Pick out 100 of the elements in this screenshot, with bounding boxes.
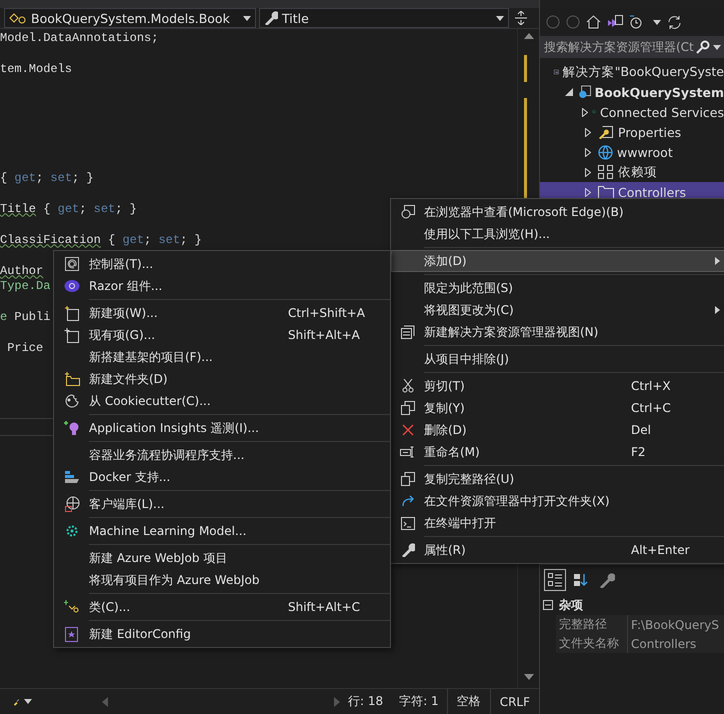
tree-item[interactable]: Properties (540, 122, 724, 142)
scroll-left-icon (102, 696, 108, 706)
collapsed-arrow-icon (585, 188, 591, 196)
search-field[interactable]: 搜索解决方案资源管理器(Ct (540, 36, 724, 58)
copy-icon (400, 472, 414, 486)
new-item-icon (64, 306, 79, 320)
menu-item[interactable]: 复制完整路径(U) (391, 468, 724, 490)
indent-setting[interactable]: 空格 (446, 689, 490, 714)
tree-item[interactable]: Connected Services (540, 102, 724, 122)
wrench-icon (400, 543, 414, 557)
scroll-right-icon (334, 696, 340, 706)
caret-icon (243, 16, 251, 20)
menu-item[interactable]: 新建 EditorConfig (54, 623, 390, 645)
home-button[interactable] (586, 15, 601, 29)
razor-component-icon (64, 279, 80, 293)
menu-item[interactable]: 新建解决方案资源管理器视图(N) (391, 321, 724, 343)
caret-icon (713, 44, 721, 50)
menu-item[interactable]: Razor 组件... (54, 275, 390, 297)
back-icon (546, 15, 560, 29)
add-existing-item-icon (64, 328, 79, 342)
switch-views-button[interactable] (607, 15, 623, 29)
redo-arrow-icon (400, 495, 414, 507)
code-line: Author (0, 264, 44, 279)
code-line: Price (6, 341, 44, 356)
menu-item[interactable]: 剪切(T) Ctrl+X (391, 375, 724, 397)
menu-item[interactable]: 新建 Azure WebJob 项目 (54, 547, 390, 569)
menu-item[interactable]: 添加(D) (391, 250, 724, 272)
tree-item[interactable]: 解决方案"BookQuerySyste (540, 62, 724, 82)
rename-icon (400, 446, 415, 458)
tree-item[interactable]: BookQuerySystem (540, 82, 724, 102)
dependencies-icon (598, 165, 614, 179)
forward-icon (566, 15, 580, 29)
line-number: 行: 18 (347, 693, 384, 710)
code-line: Model.DataAnnotations; (0, 31, 158, 46)
globe-icon (598, 144, 613, 160)
lightbulb-icon (64, 420, 80, 436)
code-line: { get; set; } (0, 170, 94, 186)
code-line: e Publi (0, 310, 50, 326)
menu-item[interactable]: 新建文件夹(D) (54, 368, 390, 390)
globe-icon (64, 496, 80, 512)
menu-item[interactable]: Application Insights 遥测(I)... (54, 417, 390, 439)
wrench-icon (599, 572, 615, 588)
code-line: Title { get; set; } (0, 202, 137, 217)
split-icon (515, 11, 527, 25)
menu-item[interactable]: 删除(D) Del (391, 419, 724, 441)
menu-item[interactable]: Docker 支持... (54, 466, 390, 488)
menu-item[interactable]: 新搭建基架的项目(F)... (54, 346, 390, 368)
menu-item[interactable]: 在终端中打开 (391, 512, 724, 534)
code-line: ClassiFication { get; set; } (0, 232, 202, 248)
menu-item[interactable]: 从项目中排除(J) (391, 348, 724, 370)
delete-icon (402, 424, 414, 436)
menu-item[interactable]: 复制(Y) Ctrl+C (391, 397, 724, 419)
menu-item[interactable]: 使用以下工具浏览(H)... (391, 223, 724, 245)
menu-item[interactable]: 控制器(T)... (54, 253, 390, 275)
collapsed-arrow-icon (585, 128, 591, 136)
type-dropdown[interactable]: BookQuerySystem.Models.Book (4, 8, 256, 28)
collapsed-arrow-icon (582, 108, 588, 116)
menu-item[interactable]: 将视图更改为(C) (391, 299, 724, 321)
property-value: Controllers (630, 636, 698, 652)
menu-item[interactable]: 客户端库(L)... (54, 493, 390, 515)
menu-item[interactable]: 在浏览器中查看(Microsoft Edge)(B) (391, 201, 724, 223)
code-line: Type.Da (0, 279, 50, 294)
search-icon (696, 40, 710, 54)
scroll-up-icon (524, 33, 534, 39)
scroll-down-icon (524, 674, 534, 680)
expanded-arrow-icon (564, 88, 573, 96)
tree-item[interactable]: wwwroot (540, 142, 724, 162)
property-name: 文件夹名称 (556, 634, 628, 653)
web-project-icon (578, 84, 591, 100)
menu-item[interactable]: 将现有项目作为 Azure WebJob (54, 569, 390, 591)
category-header[interactable]: 杂项 (540, 595, 724, 615)
browser-window-icon (400, 205, 414, 219)
member-dropdown[interactable]: Title (259, 8, 509, 28)
menu-item[interactable]: 新建项(W)... Ctrl+Shift+A (54, 302, 390, 324)
menu-item[interactable]: 容器业务流程协调程序支持... (54, 444, 390, 466)
class-icon (9, 11, 27, 25)
code-line: tem.Models (0, 62, 72, 78)
menu-item[interactable]: 重命名(M) F2 (391, 441, 724, 463)
copy-icon (400, 401, 414, 415)
wrench-folder-icon (598, 125, 614, 139)
menu-item[interactable]: 类(C)... Shift+Alt+C (54, 596, 390, 618)
categorized-button[interactable] (544, 569, 566, 591)
split-button[interactable] (512, 8, 530, 28)
menu-item[interactable]: 属性(R) Alt+Enter (391, 539, 724, 561)
sync-button[interactable] (667, 14, 682, 30)
palette-icon (64, 394, 78, 408)
scissors-icon (402, 379, 414, 393)
menu-item[interactable]: 限定为此范围(S) (391, 277, 724, 299)
menu-item[interactable]: 在文件资源管理器中打开文件夹(X) (391, 490, 724, 512)
character-number: 字符: 1 (398, 693, 440, 710)
menu-item[interactable]: 从 Cookiecutter(C)... (54, 390, 390, 412)
wrench-icon (264, 11, 278, 25)
cog-icon (64, 524, 78, 538)
tree-item[interactable]: 依赖项 (540, 162, 724, 182)
config-file-icon (65, 626, 78, 642)
collapsed-arrow-icon (585, 148, 591, 156)
menu-item[interactable]: Machine Learning Model... (54, 520, 390, 542)
collapse-icon (543, 600, 553, 610)
menu-item[interactable]: 现有项(G)... Shift+Alt+A (54, 324, 390, 346)
line-ending-setting[interactable]: CRLF (490, 689, 539, 714)
